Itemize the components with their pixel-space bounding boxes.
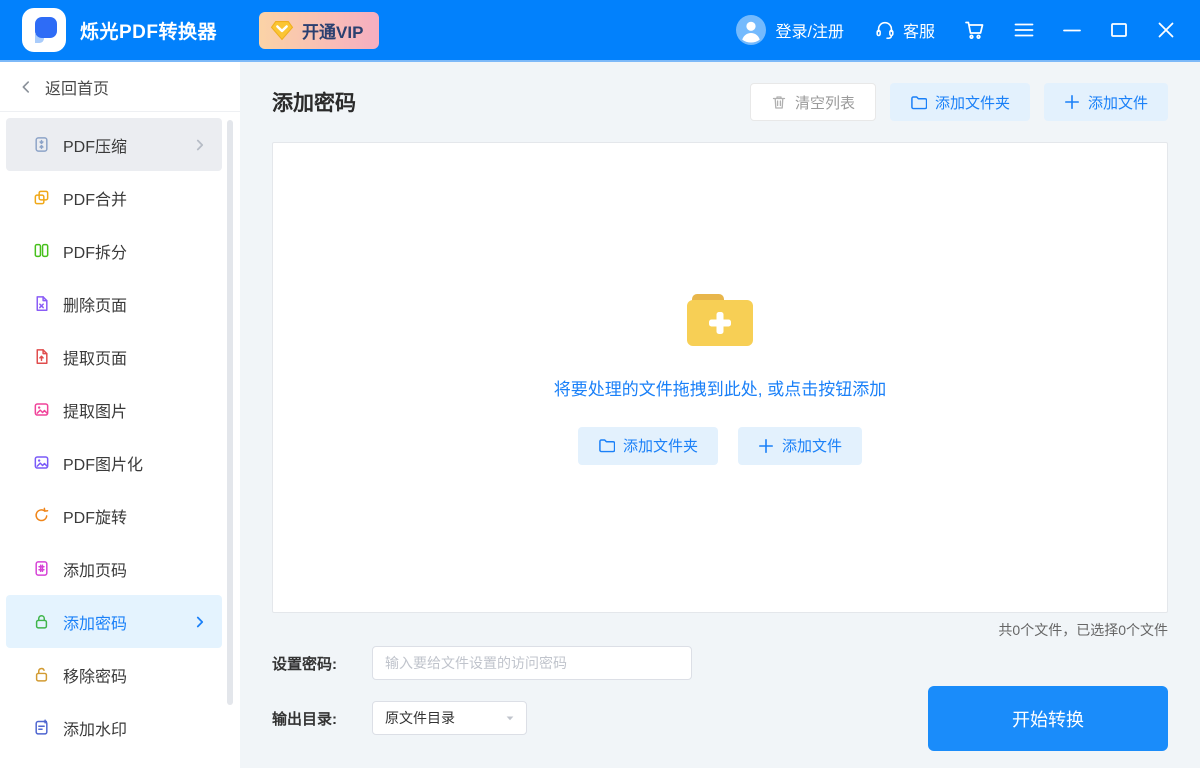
sidebar-item-pdf-split[interactable]: PDF拆分 [6,224,222,277]
sidebar-item-pdf-compress[interactable]: PDF压缩 [6,118,222,171]
merge-icon [33,189,50,206]
add-file-label: 添加文件 [1088,92,1148,113]
add-file-button-top[interactable]: 添加文件 [1044,83,1168,121]
file-dropzone[interactable]: 将要处理的文件拖拽到此处, 或点击按钮添加 添加文件夹 [272,142,1168,613]
app-window: 烁光PDF转换器 开通VIP 登录/注册 [0,0,1200,768]
folder-plus-icon [683,291,757,349]
chevron-right-icon [192,614,208,630]
sidebar-item-extract-page[interactable]: 提取页面 [6,330,222,383]
open-vip-button[interactable]: 开通VIP [259,12,379,49]
delete-page-icon [33,295,50,312]
vip-label: 开通VIP [302,18,363,43]
start-convert-button[interactable]: 开始转换 [928,686,1168,751]
dropzone-hint: 将要处理的文件拖拽到此处, 或点击按钮添加 [554,375,886,400]
bottom-panel: 设置密码: 输出目录: 原文件目录 开始转换 [272,646,1168,768]
hamburger-menu-icon [1013,19,1035,41]
minimize-icon [1062,20,1082,40]
login-register-button[interactable]: 登录/注册 [736,15,844,45]
pdf-to-image-icon [33,454,50,471]
lock-icon [33,613,50,630]
menu-button[interactable] [1013,19,1035,41]
extract-image-icon [33,401,50,418]
gem-icon [270,20,294,41]
header-bar: 烁光PDF转换器 开通VIP 登录/注册 [0,0,1200,62]
sidebar-item-pdf-merge[interactable]: PDF合并 [6,171,222,224]
rotate-icon [33,507,50,524]
unlock-icon [33,666,50,683]
toolbar: 清空列表 添加文件夹 [750,83,1168,121]
avatar-icon [736,15,766,45]
clear-list-button[interactable]: 清空列表 [750,83,876,121]
back-home-button[interactable]: 返回首页 [0,62,240,112]
caret-down-icon [504,712,516,724]
sidebar-item-extract-image[interactable]: 提取图片 [6,383,222,436]
add-folder-label: 添加文件夹 [623,435,698,456]
customer-service-label: 客服 [903,18,935,42]
output-label: 输出目录: [272,708,372,729]
app-logo-icon [29,15,59,45]
sidebar-item-add-page-number[interactable]: 添加页码 [6,542,222,595]
close-icon [1156,20,1176,40]
compress-icon [33,136,50,153]
shopping-cart-icon [962,18,986,42]
customer-service-button[interactable]: 客服 [874,18,935,42]
password-row: 设置密码: [272,646,1168,680]
sidebar-item-add-watermark[interactable]: 添加水印 [6,701,222,754]
sidebar-item-remove-password[interactable]: 移除密码 [6,648,222,701]
sidebar-item-add-password[interactable]: 添加密码 [6,595,222,648]
sidebar: 返回首页 PDF压缩 PDF合并 PDF拆分 删除页面 [0,62,240,768]
back-home-label: 返回首页 [45,75,109,99]
cart-button[interactable] [962,18,986,42]
password-input[interactable] [372,646,692,680]
chevron-right-icon [192,137,208,153]
app-title: 烁光PDF转换器 [80,17,217,44]
header-right: 登录/注册 客服 [736,15,1176,45]
file-count: 共0个文件，已选择0个文件 [272,613,1168,646]
folder-icon [910,94,927,111]
add-folder-label: 添加文件夹 [935,92,1010,113]
sidebar-item-pdf-rotate[interactable]: PDF旋转 [6,489,222,542]
page-number-icon [33,560,50,577]
password-label: 设置密码: [272,653,372,674]
close-button[interactable] [1156,20,1176,40]
page-title: 添加密码 [272,87,356,117]
sidebar-item-pdf-to-image[interactable]: PDF图片化 [6,436,222,489]
trash-icon [771,94,787,110]
body: 返回首页 PDF压缩 PDF合并 PDF拆分 删除页面 [0,62,1200,768]
main-header: 添加密码 清空列表 [272,62,1168,142]
headset-icon [874,19,896,41]
add-folder-button-dropzone[interactable]: 添加文件夹 [578,427,718,465]
sidebar-scrollbar[interactable] [227,120,233,705]
sidebar-nav: PDF压缩 PDF合并 PDF拆分 删除页面 [0,112,240,754]
dropzone-buttons: 添加文件夹 添加文件 [578,427,862,465]
main-area: 添加密码 清空列表 [240,62,1200,768]
clear-list-label: 清空列表 [795,92,855,113]
minimize-button[interactable] [1062,20,1082,40]
plus-icon [758,438,774,454]
add-file-button-dropzone[interactable]: 添加文件 [738,427,862,465]
maximize-button[interactable] [1109,20,1129,40]
output-directory-value: 原文件目录 [385,708,455,728]
split-icon [33,242,50,259]
plus-icon [1064,94,1080,110]
login-register-label: 登录/注册 [776,18,844,42]
add-file-label: 添加文件 [782,435,842,456]
extract-page-icon [33,348,50,365]
add-folder-button-top[interactable]: 添加文件夹 [890,83,1030,121]
sidebar-item-delete-page[interactable]: 删除页面 [6,277,222,330]
maximize-icon [1109,20,1129,40]
app-logo [22,8,66,52]
output-directory-select[interactable]: 原文件目录 [372,701,527,735]
watermark-icon [33,719,50,736]
chevron-left-icon [18,79,34,95]
folder-icon [598,437,615,454]
